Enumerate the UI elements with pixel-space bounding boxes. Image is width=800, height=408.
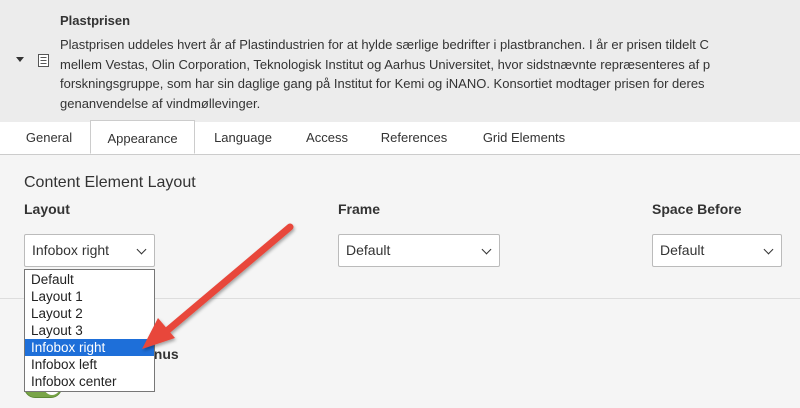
section-title: Content Element Layout: [24, 174, 196, 191]
tab-references[interactable]: References: [365, 122, 463, 154]
option-default[interactable]: Default: [25, 271, 154, 288]
record-body-line: mellem Vestas, Olin Corporation, Teknolo…: [60, 56, 711, 72]
option-infobox-right[interactable]: Infobox right: [25, 339, 154, 356]
document-icon: [38, 54, 49, 67]
record-header: Plastprisen Plastprisen uddeles hvert år…: [0, 0, 800, 123]
option-infobox-left[interactable]: Infobox left: [25, 356, 154, 373]
space-before-label: Space Before: [652, 201, 742, 217]
record-body-line: forskningsgruppe, som har sin daglige ga…: [60, 76, 705, 91]
frame-select[interactable]: Default: [338, 234, 500, 267]
record-body: Plastprisen uddeles hvert år af Plastind…: [60, 35, 800, 113]
frame-select-value: Default: [346, 242, 391, 258]
space-before-select-value: Default: [660, 242, 705, 258]
layout-dropdown-list: Default Layout 1 Layout 2 Layout 3 Infob…: [24, 269, 155, 392]
layout-label: Layout: [24, 201, 70, 217]
record-body-line: genanvendelse af vindmøllevinger.: [60, 95, 261, 111]
option-layout-1[interactable]: Layout 1: [25, 288, 154, 305]
tab-access[interactable]: Access: [291, 122, 363, 154]
tab-bar: General Appearance Language Access Refer…: [0, 120, 800, 155]
tab-general[interactable]: General: [10, 122, 88, 154]
frame-label: Frame: [338, 201, 381, 217]
tab-grid-elements[interactable]: Grid Elements: [465, 122, 583, 154]
layout-select[interactable]: Infobox right: [24, 234, 155, 267]
chevron-down-icon: [763, 244, 774, 255]
record-body-line: Plastprisen uddeles hvert år af Plastind…: [60, 37, 709, 52]
tab-language[interactable]: Language: [197, 122, 289, 154]
tab-appearance[interactable]: Appearance: [90, 120, 195, 154]
space-before-select[interactable]: Default: [652, 234, 782, 267]
chevron-down-icon: [136, 244, 147, 255]
option-layout-2[interactable]: Layout 2: [25, 305, 154, 322]
option-infobox-center[interactable]: Infobox center: [25, 373, 154, 390]
chevron-down-icon: [481, 244, 492, 255]
option-layout-3[interactable]: Layout 3: [25, 322, 154, 339]
caret-down-icon[interactable]: [16, 57, 24, 62]
record-title: Plastprisen: [60, 13, 131, 28]
layout-select-value: Infobox right: [32, 242, 110, 258]
